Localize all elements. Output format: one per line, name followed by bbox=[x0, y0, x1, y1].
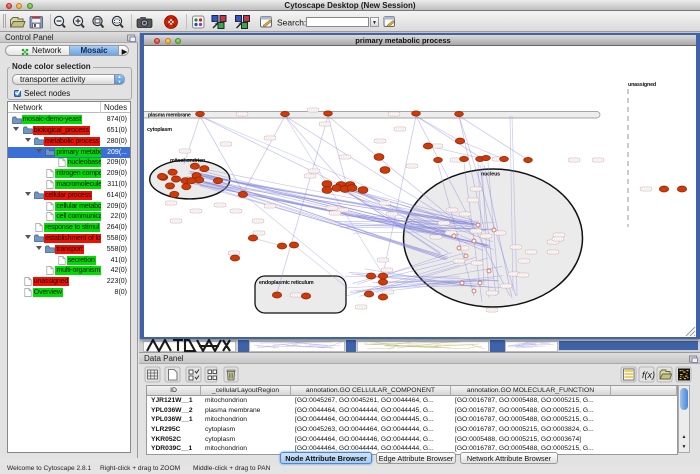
svg-text:mitochondrion: mitochondrion bbox=[170, 158, 205, 164]
svg-text:plasma membrane: plasma membrane bbox=[148, 113, 191, 119]
svg-text:cytoplasm: cytoplasm bbox=[147, 127, 172, 133]
svg-text:unassigned: unassigned bbox=[628, 82, 656, 88]
svg-text:f(x): f(x) bbox=[642, 370, 655, 380]
svg-text:nucleus: nucleus bbox=[481, 172, 500, 178]
svg-text:Search:: Search: bbox=[277, 18, 306, 28]
svg-text:endoplasmic reticulum: endoplasmic reticulum bbox=[259, 280, 314, 286]
